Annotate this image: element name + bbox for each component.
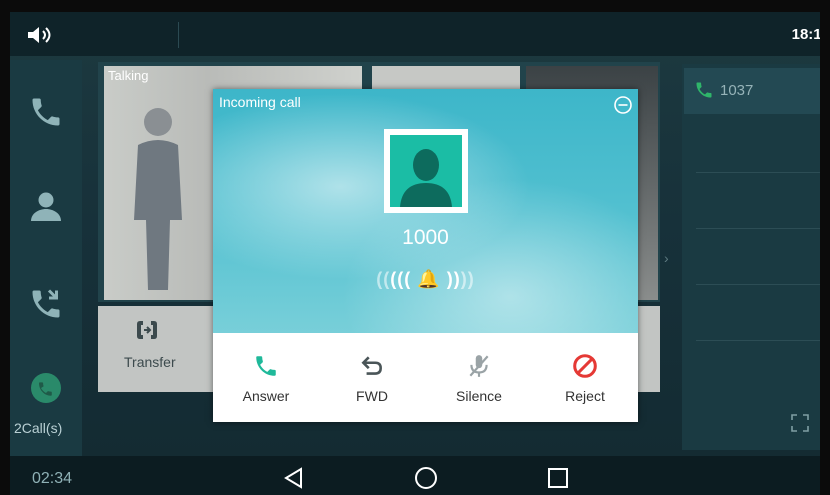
- caller-number: 1000: [402, 226, 449, 249]
- line-phone-icon: [696, 82, 712, 98]
- dialog-header: Incoming call 1000 ((((( 🔔 )))): [213, 89, 638, 333]
- call-count[interactable]: 2Call(s): [14, 420, 62, 436]
- line-divider: [696, 228, 826, 229]
- minimize-icon[interactable]: [613, 95, 633, 115]
- speaker-icon[interactable]: [26, 26, 56, 44]
- call-history-icon[interactable]: [28, 286, 64, 322]
- talking-label: Talking: [108, 68, 149, 83]
- active-call-icon[interactable]: [28, 370, 64, 406]
- left-sidebar: 2Call(s): [10, 60, 82, 458]
- ring-wave-left-dim: ((: [376, 269, 391, 289]
- fwd-label: FWD: [356, 388, 388, 404]
- answer-button[interactable]: Answer: [213, 333, 319, 422]
- avatar: [390, 135, 462, 207]
- call-timer: 02:34: [32, 470, 73, 487]
- transfer-icon[interactable]: [134, 318, 160, 342]
- recent-apps-icon[interactable]: [546, 466, 570, 490]
- line-number: 1037: [720, 82, 754, 99]
- phone-icon[interactable]: [28, 94, 64, 130]
- chevron-right-icon[interactable]: ›: [664, 250, 669, 266]
- line-panel: [682, 64, 830, 450]
- forward-button[interactable]: FWD: [319, 333, 425, 422]
- ringing-indicator: ((((( 🔔 )))): [213, 269, 638, 290]
- ring-wave-left: (((: [390, 269, 412, 289]
- line-divider: [696, 172, 826, 173]
- answer-phone-icon: [256, 356, 276, 376]
- reject-label: Reject: [565, 388, 605, 404]
- home-icon[interactable]: [414, 466, 438, 490]
- back-icon[interactable]: [282, 466, 306, 490]
- line-divider: [696, 284, 826, 285]
- clock: 18:12: [791, 26, 830, 43]
- reject-icon: [573, 354, 597, 378]
- status-bar: 18:12: [10, 12, 830, 56]
- fullscreen-icon[interactable]: [790, 413, 810, 433]
- transfer-button[interactable]: Transfer: [124, 354, 176, 370]
- phone-screen: 18:12 2Call(s) Talking Transfer 1037 › 0…: [0, 0, 830, 495]
- contact-icon[interactable]: [28, 188, 64, 224]
- forward-icon: [361, 356, 382, 375]
- status-divider: [178, 22, 179, 48]
- line-divider: [696, 340, 826, 341]
- person-icon: [400, 149, 452, 207]
- mute-mic-icon: [469, 355, 489, 377]
- ring-wave-right: )): [446, 269, 461, 289]
- silence-label: Silence: [456, 388, 502, 404]
- incoming-call-dialog: Incoming call 1000 ((((( 🔔 )))) Answer F…: [213, 89, 638, 422]
- answer-label: Answer: [242, 388, 290, 404]
- reject-button[interactable]: Reject: [532, 333, 638, 422]
- caller-photo: [134, 108, 182, 290]
- dialog-title: Incoming call: [219, 94, 301, 110]
- bell-icon: 🔔: [417, 269, 441, 289]
- ring-wave-right-dim: )): [460, 269, 475, 289]
- silence-button[interactable]: Silence: [426, 333, 532, 422]
